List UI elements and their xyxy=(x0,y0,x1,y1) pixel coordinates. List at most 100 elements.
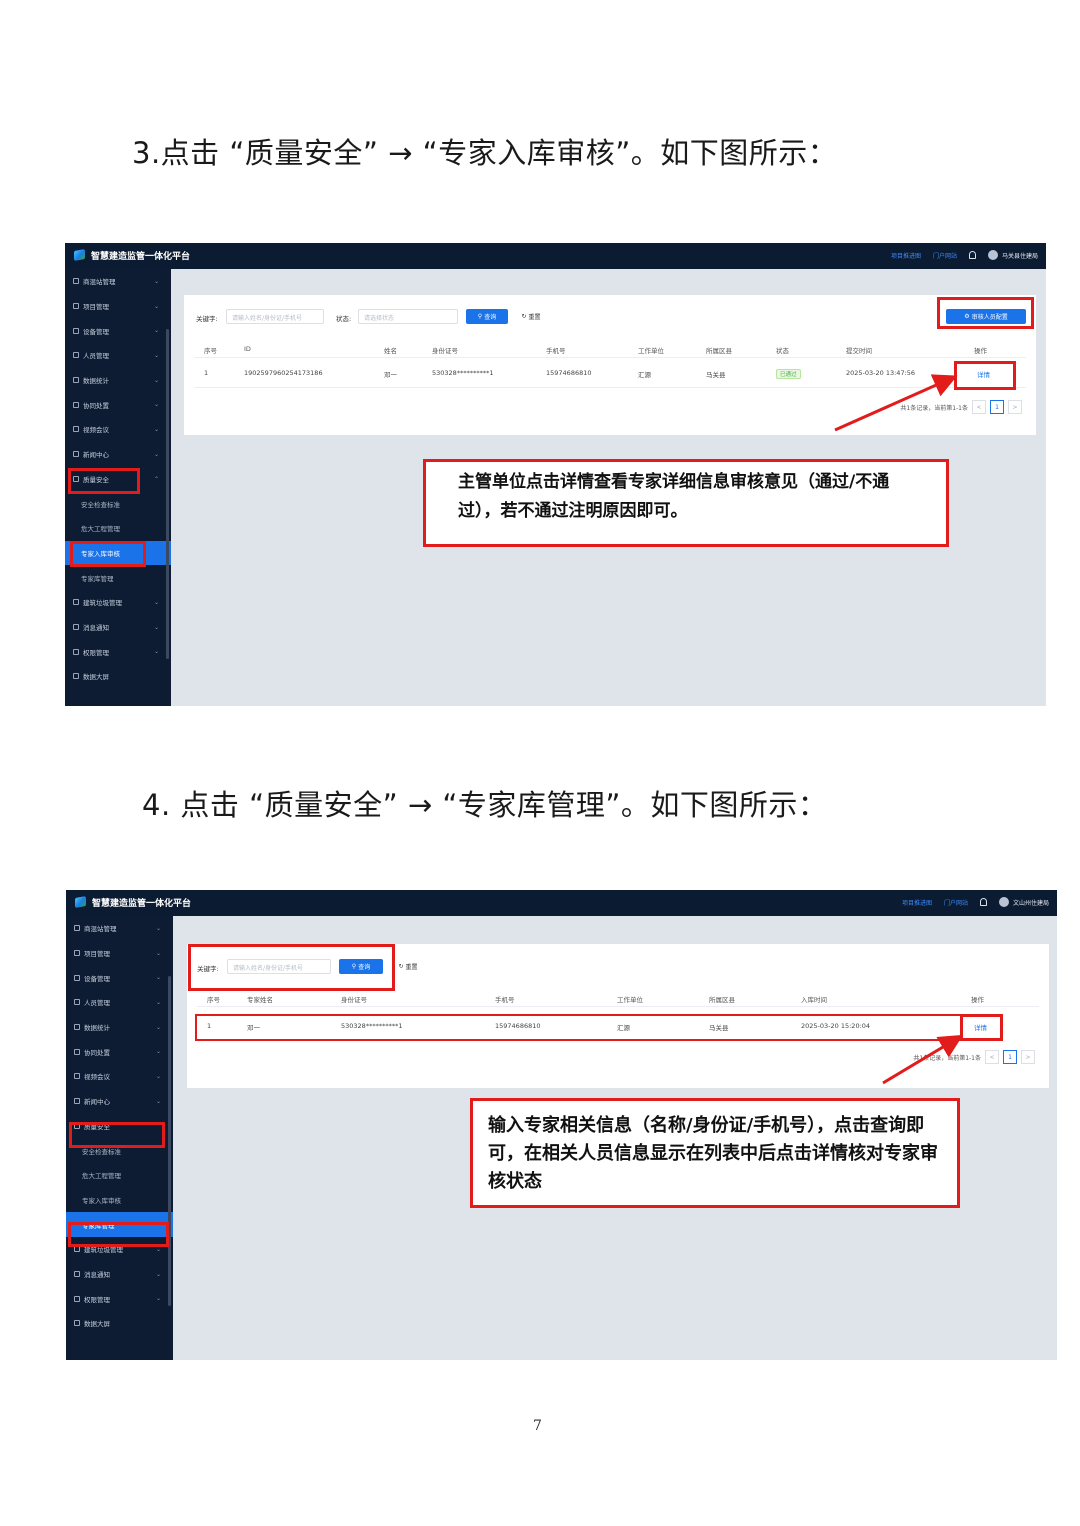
sidebar-item-personnel[interactable]: 人员管理 ⌄ xyxy=(65,343,171,368)
next-page-button[interactable]: > xyxy=(1008,400,1022,414)
sidebar-item-label: 权限管理 xyxy=(84,1295,110,1304)
reset-button[interactable]: ↻ 重置 xyxy=(514,309,548,324)
cell-index: 1 xyxy=(204,369,209,377)
sidebar-item-permissions[interactable]: 权限管理 ⌄ xyxy=(66,1286,173,1311)
menu-icon xyxy=(73,623,79,630)
chevron-down-icon: ⌄ xyxy=(153,401,159,409)
chevron-down-icon: ⌄ xyxy=(153,598,159,606)
sidebar-item-label: 数据统计 xyxy=(84,1024,110,1033)
chevron-down-icon: ⌄ xyxy=(153,278,159,285)
sidebar-item-label: 人员管理 xyxy=(84,999,110,1008)
col-header: 身份证号 xyxy=(341,996,367,1004)
cell-id: 1902597960254173186 xyxy=(244,369,323,377)
reset-button[interactable]: ↻ 重置 xyxy=(391,959,425,974)
menu-icon xyxy=(74,974,80,981)
step3-note: 主管单位点击详情查看专家详细信息审核意见（通过/不通过），若不通过注明原因即可。 xyxy=(423,459,949,547)
menu-icon xyxy=(73,303,79,310)
menu-icon xyxy=(73,327,79,334)
sidebar-item-dashboard[interactable]: 数据大屏 xyxy=(65,664,171,689)
pagination-summary: 共1条记录，当前第1-1条 xyxy=(913,1054,981,1062)
col-header: 姓名 xyxy=(384,347,397,355)
sidebar-item-news[interactable]: 新闻中心 ⌄ xyxy=(66,1089,173,1114)
sidebar-item-major-hazard[interactable]: 危大工程管理 xyxy=(65,516,171,541)
lock-icon xyxy=(73,648,79,655)
chevron-down-icon: ⌄ xyxy=(155,1097,161,1105)
sidebar-item-permissions[interactable]: 权限管理 ⌄ xyxy=(65,639,171,664)
sidebar-item-projects[interactable]: 项目管理 ⌄ xyxy=(65,294,171,319)
sidebar-item-video[interactable]: 视频会议 ⌄ xyxy=(65,417,171,442)
user-name: 文山州住建局 xyxy=(1012,899,1049,907)
cell-county: 马关县 xyxy=(706,371,726,379)
sidebar-item-dashboard[interactable]: 数据大屏 xyxy=(66,1311,173,1336)
chevron-down-icon: ⌄ xyxy=(155,1048,161,1056)
search-button[interactable]: ⚲ 查询 xyxy=(466,309,508,324)
menu-icon xyxy=(73,377,79,384)
sidebar-item-equipment[interactable]: 设备管理 ⌄ xyxy=(65,318,171,343)
col-header: 所属区县 xyxy=(709,996,735,1004)
sidebar-item-label: 专家库管理 xyxy=(81,574,114,583)
user-menu[interactable]: 文山州住建局 xyxy=(998,897,1049,907)
chevron-down-icon: ⌄ xyxy=(153,623,159,631)
content-panel: 关键字: 请输入姓名/身份证/手机号 状态: 请选择状态 ⚲ 查询 ↻ 重置 ⚙ 审核… xyxy=(184,295,1036,435)
sidebar-item-messages[interactable]: 消息通知 ⌄ xyxy=(66,1262,173,1287)
sidebar-item-safety-standard[interactable]: 安全检查标准 xyxy=(65,491,171,516)
user-name: 马关县住建局 xyxy=(1001,252,1038,260)
sidebar-item-statistics[interactable]: 数据统计 ⌄ xyxy=(66,1015,173,1040)
avatar xyxy=(998,897,1009,907)
sidebar-item-expert-review[interactable]: 专家入库审核 xyxy=(66,1188,173,1213)
sidebar-item-expert-library[interactable]: 专家库管理 xyxy=(65,565,171,590)
sidebar-item-concrete[interactable]: 商混站管理 ⌄ xyxy=(66,916,173,941)
sidebar-item-coordination[interactable]: 协同处置 ⌄ xyxy=(66,1039,173,1064)
sidebar-item-video[interactable]: 视频会议 ⌄ xyxy=(66,1064,173,1089)
step4-heading: 4. 点击 “质量安全” → “专家库管理”。如下图所示： xyxy=(142,788,828,822)
sidebar-item-major-hazard[interactable]: 危大工程管理 xyxy=(66,1163,173,1188)
sidebar-item-label: 商混站管理 xyxy=(83,278,116,287)
col-header: 工作单位 xyxy=(617,996,643,1004)
sidebar-item-equipment[interactable]: 设备管理 ⌄ xyxy=(66,965,173,990)
sidebar-item-news[interactable]: 新闻中心 ⌄ xyxy=(65,442,171,467)
keyword-input[interactable]: 请输入姓名/身份证/手机号 xyxy=(226,309,324,324)
project-map-link[interactable]: 项目推进图 xyxy=(891,251,921,260)
next-page-button[interactable]: > xyxy=(1021,1050,1035,1064)
chevron-down-icon: ⌄ xyxy=(155,999,161,1007)
logo-icon xyxy=(73,248,86,262)
menu-icon xyxy=(73,278,79,285)
project-map-link[interactable]: 项目推进图 xyxy=(902,898,932,907)
menu-icon xyxy=(74,1073,80,1080)
brand-title: 智慧建造监管一体化平台 xyxy=(91,251,191,262)
sidebar-item-coordination[interactable]: 协同处置 ⌄ xyxy=(65,392,171,417)
status-select[interactable]: 请选择状态 xyxy=(358,309,458,324)
chevron-down-icon: ⌄ xyxy=(155,974,161,982)
sidebar-item-waste[interactable]: 建筑垃圾管理 ⌄ xyxy=(65,590,171,615)
sidebar-scrollbar[interactable] xyxy=(166,329,169,659)
sidebar-item-statistics[interactable]: 数据统计 ⌄ xyxy=(65,368,171,393)
sidebar-item-label: 协同处置 xyxy=(83,401,109,410)
status-badge: 已通过 xyxy=(776,369,801,379)
page-button[interactable]: 1 xyxy=(1003,1050,1017,1064)
sidebar-item-personnel[interactable]: 人员管理 ⌄ xyxy=(66,990,173,1015)
col-header: 入库时间 xyxy=(801,996,827,1004)
prev-page-button[interactable]: < xyxy=(985,1050,999,1064)
pagination: 共1条记录，当前第1-1条 < 1 > xyxy=(913,1050,1035,1064)
col-header: 手机号 xyxy=(546,347,566,355)
sidebar-item-projects[interactable]: 项目管理 ⌄ xyxy=(66,941,173,966)
sidebar-item-messages[interactable]: 消息通知 ⌄ xyxy=(65,615,171,640)
sidebar-scrollbar[interactable] xyxy=(168,976,171,1306)
prev-page-button[interactable]: < xyxy=(972,400,986,414)
chevron-down-icon: ⌄ xyxy=(155,1295,161,1303)
search-icon: ⚲ xyxy=(477,313,483,320)
highlight-config-button xyxy=(937,297,1034,329)
portal-link[interactable]: 门户网站 xyxy=(933,251,957,260)
menu-icon xyxy=(73,352,79,359)
logo-icon xyxy=(74,895,87,909)
sidebar-item-label: 项目管理 xyxy=(83,303,109,312)
portal-link[interactable]: 门户网站 xyxy=(944,898,968,907)
sidebar-item-concrete[interactable]: 商混站管理 ⌄ xyxy=(65,269,171,294)
user-menu[interactable]: 马关县住建局 xyxy=(987,250,1038,260)
page-button[interactable]: 1 xyxy=(990,400,1004,414)
chevron-down-icon: ⌄ xyxy=(155,925,161,932)
bell-icon[interactable] xyxy=(979,898,987,906)
chevron-down-icon: ⌄ xyxy=(153,426,159,434)
bell-icon[interactable] xyxy=(968,251,976,259)
chevron-down-icon: ⌄ xyxy=(153,450,159,458)
